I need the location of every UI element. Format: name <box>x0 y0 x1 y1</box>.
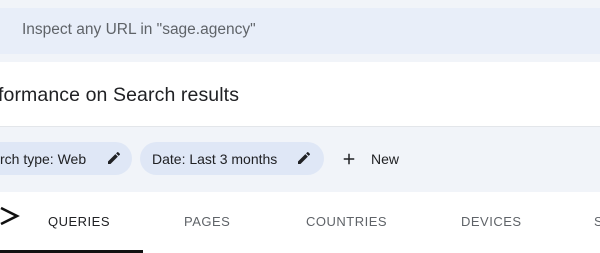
edit-icon[interactable] <box>296 150 312 166</box>
url-inspection-placeholder[interactable]: Inspect any URL in "sage.agency" <box>22 21 256 39</box>
tab-queries[interactable]: QUERIES <box>48 214 110 229</box>
search-type-filter-chip[interactable]: rch type: Web <box>0 142 132 175</box>
plus-icon <box>343 153 355 165</box>
edit-icon[interactable] <box>106 150 122 166</box>
new-button-label: New <box>371 151 400 167</box>
tab-pages[interactable]: PAGES <box>184 214 230 229</box>
page-title: formance on Search results <box>0 84 240 106</box>
tab-search-appearance[interactable]: S <box>594 214 600 229</box>
tab-countries[interactable]: COUNTRIES <box>306 214 387 229</box>
tab-devices[interactable]: DEVICES <box>461 214 522 229</box>
chevron-right-icon[interactable] <box>0 206 20 226</box>
chip-label: rch type: Web <box>0 150 87 167</box>
new-filter-button[interactable]: New <box>340 144 399 174</box>
search-console-page: Inspect any URL in "sage.agency" formanc… <box>0 0 600 253</box>
chip-label: Date: Last 3 months <box>152 150 278 167</box>
date-filter-chip[interactable]: Date: Last 3 months <box>140 142 324 175</box>
